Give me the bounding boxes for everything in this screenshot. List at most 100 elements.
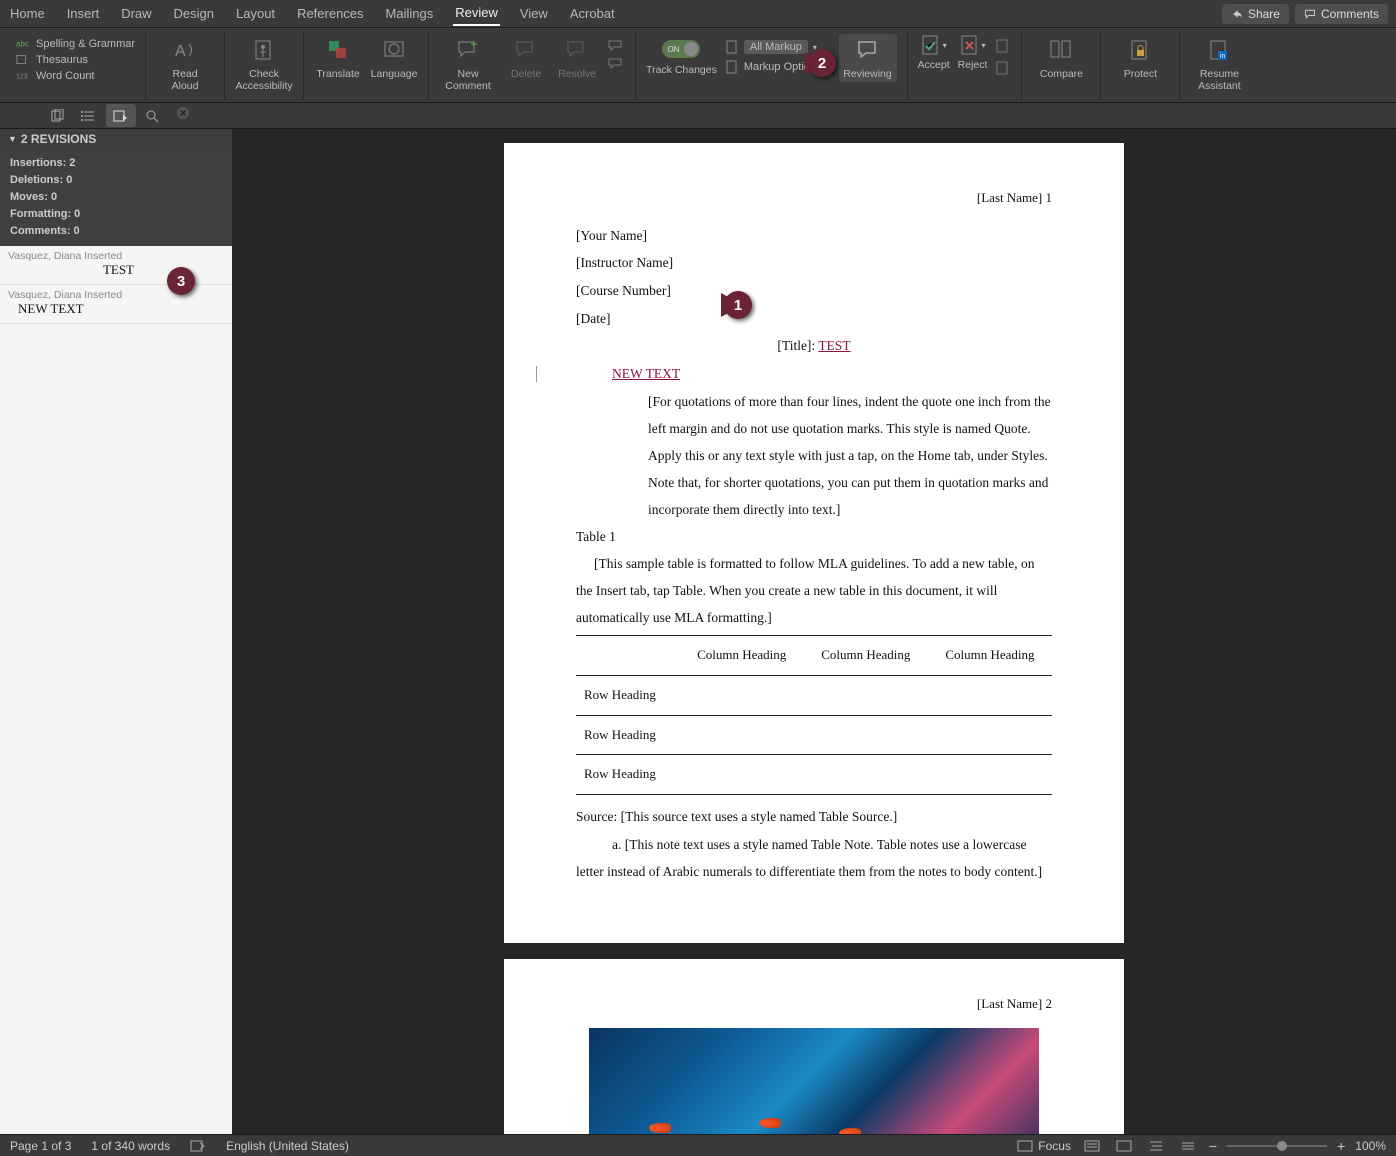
view-outline-icon[interactable]: [1145, 1138, 1167, 1154]
inserted-title[interactable]: TEST: [818, 338, 850, 353]
view-web-icon[interactable]: [1113, 1138, 1135, 1154]
reject-button[interactable]: ▾ Reject: [958, 34, 988, 71]
protect-button[interactable]: Protect: [1111, 34, 1169, 80]
translate-label: Translate: [316, 68, 359, 80]
resume-assistant-button[interactable]: in Resume Assistant: [1190, 34, 1248, 92]
toolbar-close-icon[interactable]: [176, 106, 196, 126]
status-words[interactable]: 1 of 340 words: [91, 1139, 170, 1153]
chevron-down-icon[interactable]: ▾: [943, 41, 947, 50]
quote-block[interactable]: [For quotations of more than four lines,…: [576, 388, 1052, 523]
document-canvas[interactable]: [Last Name] 1 [Your Name] [Instructor Na…: [232, 129, 1396, 1134]
field-course[interactable]: [Course Number]: [576, 277, 1052, 305]
accessibility-icon: [252, 38, 276, 62]
comments-button[interactable]: Comments: [1295, 4, 1388, 24]
toolbar-detail-icon[interactable]: [106, 104, 136, 127]
row-heading[interactable]: Row Heading: [576, 675, 680, 715]
page-1[interactable]: [Last Name] 1 [Your Name] [Instructor Na…: [504, 143, 1124, 943]
wordcount-button[interactable]: 123 Word Count: [16, 70, 135, 82]
read-aloud-button[interactable]: A Read Aloud: [156, 34, 214, 92]
status-page[interactable]: Page 1 of 3: [10, 1139, 71, 1153]
new-text-line[interactable]: NEW TEXT: [576, 360, 1052, 388]
reviewing-pane-button[interactable]: Reviewing: [839, 34, 897, 82]
spelling-grammar-button[interactable]: abc Spelling & Grammar: [16, 38, 135, 50]
delete-comment-button: Delete: [505, 34, 547, 80]
prev-comment-icon[interactable]: [607, 38, 625, 52]
new-comment-button[interactable]: New Comment: [439, 34, 497, 92]
chevron-down-icon[interactable]: ▾: [982, 41, 986, 50]
col-heading[interactable]: Column Heading: [804, 636, 928, 676]
col-heading[interactable]: Column Heading: [928, 636, 1052, 676]
table-source[interactable]: Source: [This source text uses a style n…: [576, 803, 1052, 831]
tab-design[interactable]: Design: [172, 2, 216, 25]
tab-insert[interactable]: Insert: [65, 2, 102, 25]
language-button[interactable]: Language: [370, 34, 418, 80]
title-line[interactable]: [Title]: TEST: [576, 332, 1052, 360]
callout-2: 2: [808, 52, 827, 74]
revision-author: Vasquez, Diana Inserted: [8, 250, 224, 262]
next-comment-icon[interactable]: [607, 56, 625, 70]
status-bar: Page 1 of 3 1 of 340 words English (Unit…: [0, 1134, 1396, 1156]
tab-mailings[interactable]: Mailings: [384, 2, 436, 25]
tab-review[interactable]: Review: [453, 1, 500, 26]
toolbar-pages-icon[interactable]: [42, 104, 72, 127]
revisions-list: Vasquez, Diana Inserted TEST Vasquez, Di…: [0, 246, 232, 1134]
revisions-header[interactable]: ▼ 2 REVISIONS: [0, 129, 232, 149]
focus-button[interactable]: Focus: [1017, 1139, 1071, 1153]
stat-comments: Comments: 0: [10, 225, 80, 237]
accessibility-label: Check Accessibility: [235, 68, 292, 92]
spelling-label: Spelling & Grammar: [36, 38, 135, 50]
next-change-icon[interactable]: [995, 60, 1011, 76]
inserted-newtext[interactable]: NEW TEXT: [612, 366, 680, 381]
tab-acrobat[interactable]: Acrobat: [568, 2, 617, 25]
row-heading[interactable]: Row Heading: [576, 715, 680, 755]
tab-draw[interactable]: Draw: [119, 2, 153, 25]
spellcheck-status-icon[interactable]: [190, 1139, 206, 1153]
view-draft-icon[interactable]: [1177, 1138, 1199, 1154]
table-note[interactable]: a. [This note text uses a style named Ta…: [576, 831, 1052, 885]
callout-3: 3: [167, 267, 195, 295]
linkedin-icon: in: [1207, 38, 1231, 62]
revision-item[interactable]: Vasquez, Diana Inserted NEW TEXT: [0, 285, 232, 324]
table-caption[interactable]: [This sample table is formatted to follo…: [576, 550, 1052, 631]
document-image[interactable]: [589, 1028, 1039, 1134]
tab-references[interactable]: References: [295, 2, 365, 25]
reject-label: Reject: [958, 59, 988, 71]
col-heading[interactable]: Column Heading: [680, 636, 804, 676]
track-changes-toggle[interactable]: ON: [662, 40, 700, 58]
row-heading[interactable]: Row Heading: [576, 755, 680, 795]
zoom-out-button[interactable]: −: [1209, 1138, 1217, 1154]
spelling-icon: abc: [16, 38, 30, 50]
comments-label: Comments: [1321, 7, 1379, 21]
accept-button[interactable]: ▾ Accept: [918, 34, 950, 71]
compare-button[interactable]: Compare: [1032, 34, 1090, 80]
comment-icon: [1304, 8, 1316, 20]
field-instructor[interactable]: [Instructor Name]: [576, 249, 1052, 277]
accept-icon: [921, 34, 941, 56]
toolbar-list-icon[interactable]: [74, 104, 104, 127]
share-icon: [1231, 8, 1243, 20]
focus-icon: [1017, 1140, 1033, 1152]
field-date[interactable]: [Date]: [576, 305, 1052, 333]
check-accessibility-button[interactable]: Check Accessibility: [235, 34, 293, 92]
share-button[interactable]: Share: [1222, 4, 1289, 24]
field-your-name[interactable]: [Your Name]: [576, 222, 1052, 250]
toolbar-search-icon[interactable]: [138, 104, 168, 127]
zoom-in-button[interactable]: +: [1337, 1138, 1345, 1154]
track-changes-label: Track Changes: [646, 64, 717, 76]
status-language[interactable]: English (United States): [226, 1139, 349, 1153]
tab-home[interactable]: Home: [8, 2, 47, 25]
mla-table[interactable]: Column HeadingColumn HeadingColumn Headi…: [576, 635, 1052, 795]
zoom-value[interactable]: 100%: [1355, 1139, 1386, 1153]
page-2[interactable]: [Last Name] 2: [504, 959, 1124, 1134]
tab-view[interactable]: View: [518, 2, 550, 25]
table-label[interactable]: Table 1: [576, 523, 1052, 551]
zoom-slider[interactable]: [1227, 1145, 1327, 1147]
revision-author: Vasquez, Diana Inserted: [8, 289, 224, 301]
view-print-icon[interactable]: [1081, 1138, 1103, 1154]
thesaurus-button[interactable]: Thesaurus: [16, 54, 135, 66]
stat-deletions: Deletions: 0: [10, 174, 72, 186]
tab-layout[interactable]: Layout: [234, 2, 277, 25]
translate-button[interactable]: Translate: [314, 34, 362, 80]
revision-item[interactable]: Vasquez, Diana Inserted TEST: [0, 246, 232, 285]
prev-change-icon[interactable]: [995, 38, 1011, 54]
